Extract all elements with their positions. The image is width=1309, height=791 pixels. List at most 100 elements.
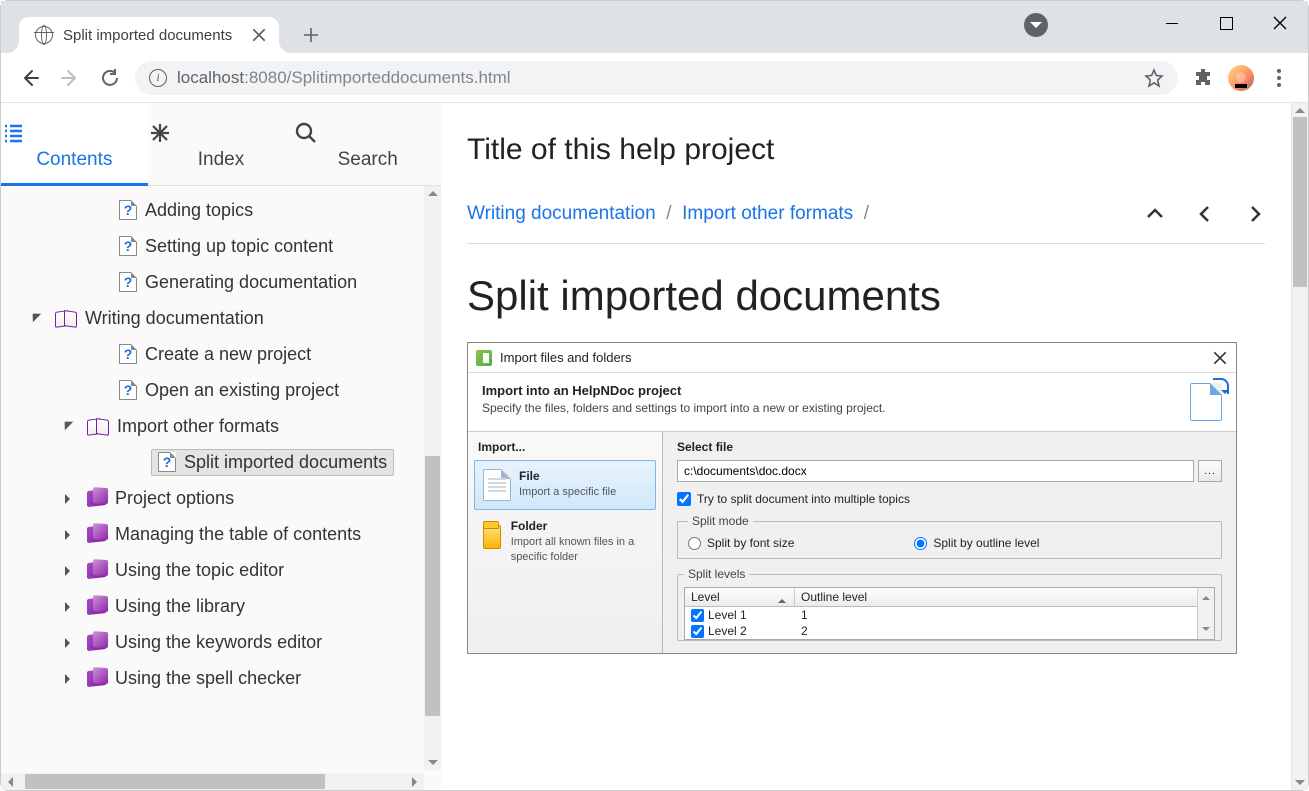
radio-outline-level[interactable]: Split by outline level xyxy=(914,536,1039,550)
toc-panel: Contents Index Search Adding topics Sett… xyxy=(1,103,441,790)
tab-index[interactable]: Index xyxy=(148,103,295,186)
import-option-folder[interactable]: FolderImport all known files in a specif… xyxy=(474,510,656,572)
col-level[interactable]: Level xyxy=(685,588,795,606)
tree-item[interactable]: Using the library xyxy=(1,588,441,624)
list-icon xyxy=(1,121,148,145)
breadcrumb-link[interactable]: Writing documentation xyxy=(467,203,656,224)
main-content: Title of this help project Writing docum… xyxy=(441,103,1291,790)
nav-reload[interactable] xyxy=(95,63,125,93)
dialog-heading: Import into an HelpNDoc project xyxy=(482,383,681,398)
expand-icon[interactable] xyxy=(63,632,77,653)
tree-item[interactable]: Writing documentation xyxy=(1,300,441,336)
search-icon xyxy=(294,121,441,145)
select-file-heading: Select file xyxy=(677,440,1222,454)
tree-item[interactable]: Using the topic editor xyxy=(1,552,441,588)
expand-icon[interactable] xyxy=(63,560,77,581)
tree-item[interactable]: Import other formats xyxy=(1,408,441,444)
browser-tab[interactable]: Split imported documents xyxy=(19,17,279,53)
expand-icon[interactable] xyxy=(63,596,77,617)
browse-button[interactable]: ... xyxy=(1198,460,1222,482)
dropdown-indicator-icon[interactable] xyxy=(1024,13,1048,37)
book-icon xyxy=(87,525,107,543)
tab-search[interactable]: Search xyxy=(294,103,441,186)
import-option-file[interactable]: FileImport a specific file xyxy=(474,460,656,510)
tree-item[interactable]: Setting up topic content xyxy=(1,228,441,264)
tree-item[interactable]: Managing the table of contents xyxy=(1,516,441,552)
site-info-icon[interactable]: i xyxy=(149,69,167,87)
nav-up-icon[interactable] xyxy=(1145,204,1165,224)
breadcrumb-link[interactable]: Import other formats xyxy=(682,203,853,224)
tree-item[interactable]: Adding topics xyxy=(1,192,441,228)
file-path-input[interactable] xyxy=(677,460,1194,482)
open-book-icon xyxy=(55,311,77,325)
table-row[interactable]: Level 2 2 xyxy=(685,623,1214,639)
window-maximize[interactable] xyxy=(1212,9,1240,37)
folder-icon xyxy=(483,519,503,551)
file-icon xyxy=(483,469,511,501)
book-icon xyxy=(87,597,107,615)
expand-icon[interactable] xyxy=(63,668,77,689)
toc-tree: Adding topics Setting up topic content G… xyxy=(1,186,441,790)
browser-tabbar: Split imported documents xyxy=(1,1,1308,53)
open-book-icon xyxy=(87,419,109,433)
tree-hscrollbar[interactable] xyxy=(1,773,424,790)
extensions-icon[interactable] xyxy=(1188,63,1218,93)
tree-item[interactable]: Project options xyxy=(1,480,441,516)
dialog-subheading: Specify the files, folders and settings … xyxy=(482,401,1178,415)
book-icon xyxy=(87,561,107,579)
nav-prev-icon[interactable] xyxy=(1195,204,1215,224)
book-icon xyxy=(87,633,107,651)
dialog-title: Import files and folders xyxy=(500,350,1212,365)
collapse-icon[interactable] xyxy=(63,416,77,437)
topic-icon xyxy=(158,452,176,472)
address-bar: i localhost:8080/Splitimporteddocuments.… xyxy=(1,53,1308,103)
split-mode-legend: Split mode xyxy=(688,514,753,528)
import-dialog: Import files and folders Import into an … xyxy=(467,342,1237,654)
bookmark-icon[interactable] xyxy=(1144,68,1164,88)
book-icon xyxy=(87,669,107,687)
nav-forward[interactable] xyxy=(55,63,85,93)
book-icon xyxy=(87,489,107,507)
browser-menu[interactable] xyxy=(1264,63,1294,93)
collapse-icon[interactable] xyxy=(31,308,45,329)
table-scrollbar[interactable] xyxy=(1197,588,1214,639)
tree-item[interactable]: Generating documentation xyxy=(1,264,441,300)
radio-font-size[interactable]: Split by font size xyxy=(688,536,794,550)
topic-title: Split imported documents xyxy=(467,244,1265,342)
breadcrumb: Writing documentation / Import other for… xyxy=(467,203,1145,225)
window-minimize[interactable] xyxy=(1158,9,1186,37)
try-split-checkbox[interactable]: Try to split document into multiple topi… xyxy=(677,492,1222,506)
project-title: Title of this help project xyxy=(467,103,1265,191)
col-outline[interactable]: Outline level xyxy=(795,588,1214,606)
expand-icon[interactable] xyxy=(63,524,77,545)
tree-item-selected[interactable]: Split imported documents xyxy=(1,444,441,480)
tree-item[interactable]: Open an existing project xyxy=(1,372,441,408)
tab-close-icon[interactable] xyxy=(251,27,267,43)
topic-icon xyxy=(119,272,137,292)
omnibox[interactable]: i localhost:8080/Splitimporteddocuments.… xyxy=(135,61,1178,95)
topic-icon xyxy=(119,344,137,364)
topic-icon xyxy=(119,200,137,220)
import-heading: Import... xyxy=(478,440,652,454)
tree-vscrollbar[interactable] xyxy=(424,186,441,770)
page-vscrollbar[interactable] xyxy=(1291,103,1308,790)
tree-item[interactable]: Using the keywords editor xyxy=(1,624,441,660)
topic-icon xyxy=(119,236,137,256)
table-row[interactable]: Level 1 1 xyxy=(685,607,1214,623)
new-tab-button[interactable] xyxy=(297,21,325,49)
levels-table: Level Outline level Level 1 1 Level 2 2 xyxy=(684,587,1215,640)
nav-next-icon[interactable] xyxy=(1245,204,1265,224)
tab-title: Split imported documents xyxy=(63,27,241,44)
dialog-close-icon[interactable] xyxy=(1212,350,1228,366)
expand-icon[interactable] xyxy=(63,488,77,509)
app-icon xyxy=(476,350,492,366)
tree-item[interactable]: Create a new project xyxy=(1,336,441,372)
url-text: localhost:8080/Splitimporteddocuments.ht… xyxy=(177,68,1134,88)
profile-avatar[interactable] xyxy=(1228,65,1254,91)
nav-back[interactable] xyxy=(15,63,45,93)
tab-contents[interactable]: Contents xyxy=(1,103,148,186)
window-close[interactable] xyxy=(1266,9,1294,37)
tree-item[interactable]: Using the spell checker xyxy=(1,660,441,696)
split-levels-legend: Split levels xyxy=(684,567,749,581)
topic-icon xyxy=(119,380,137,400)
